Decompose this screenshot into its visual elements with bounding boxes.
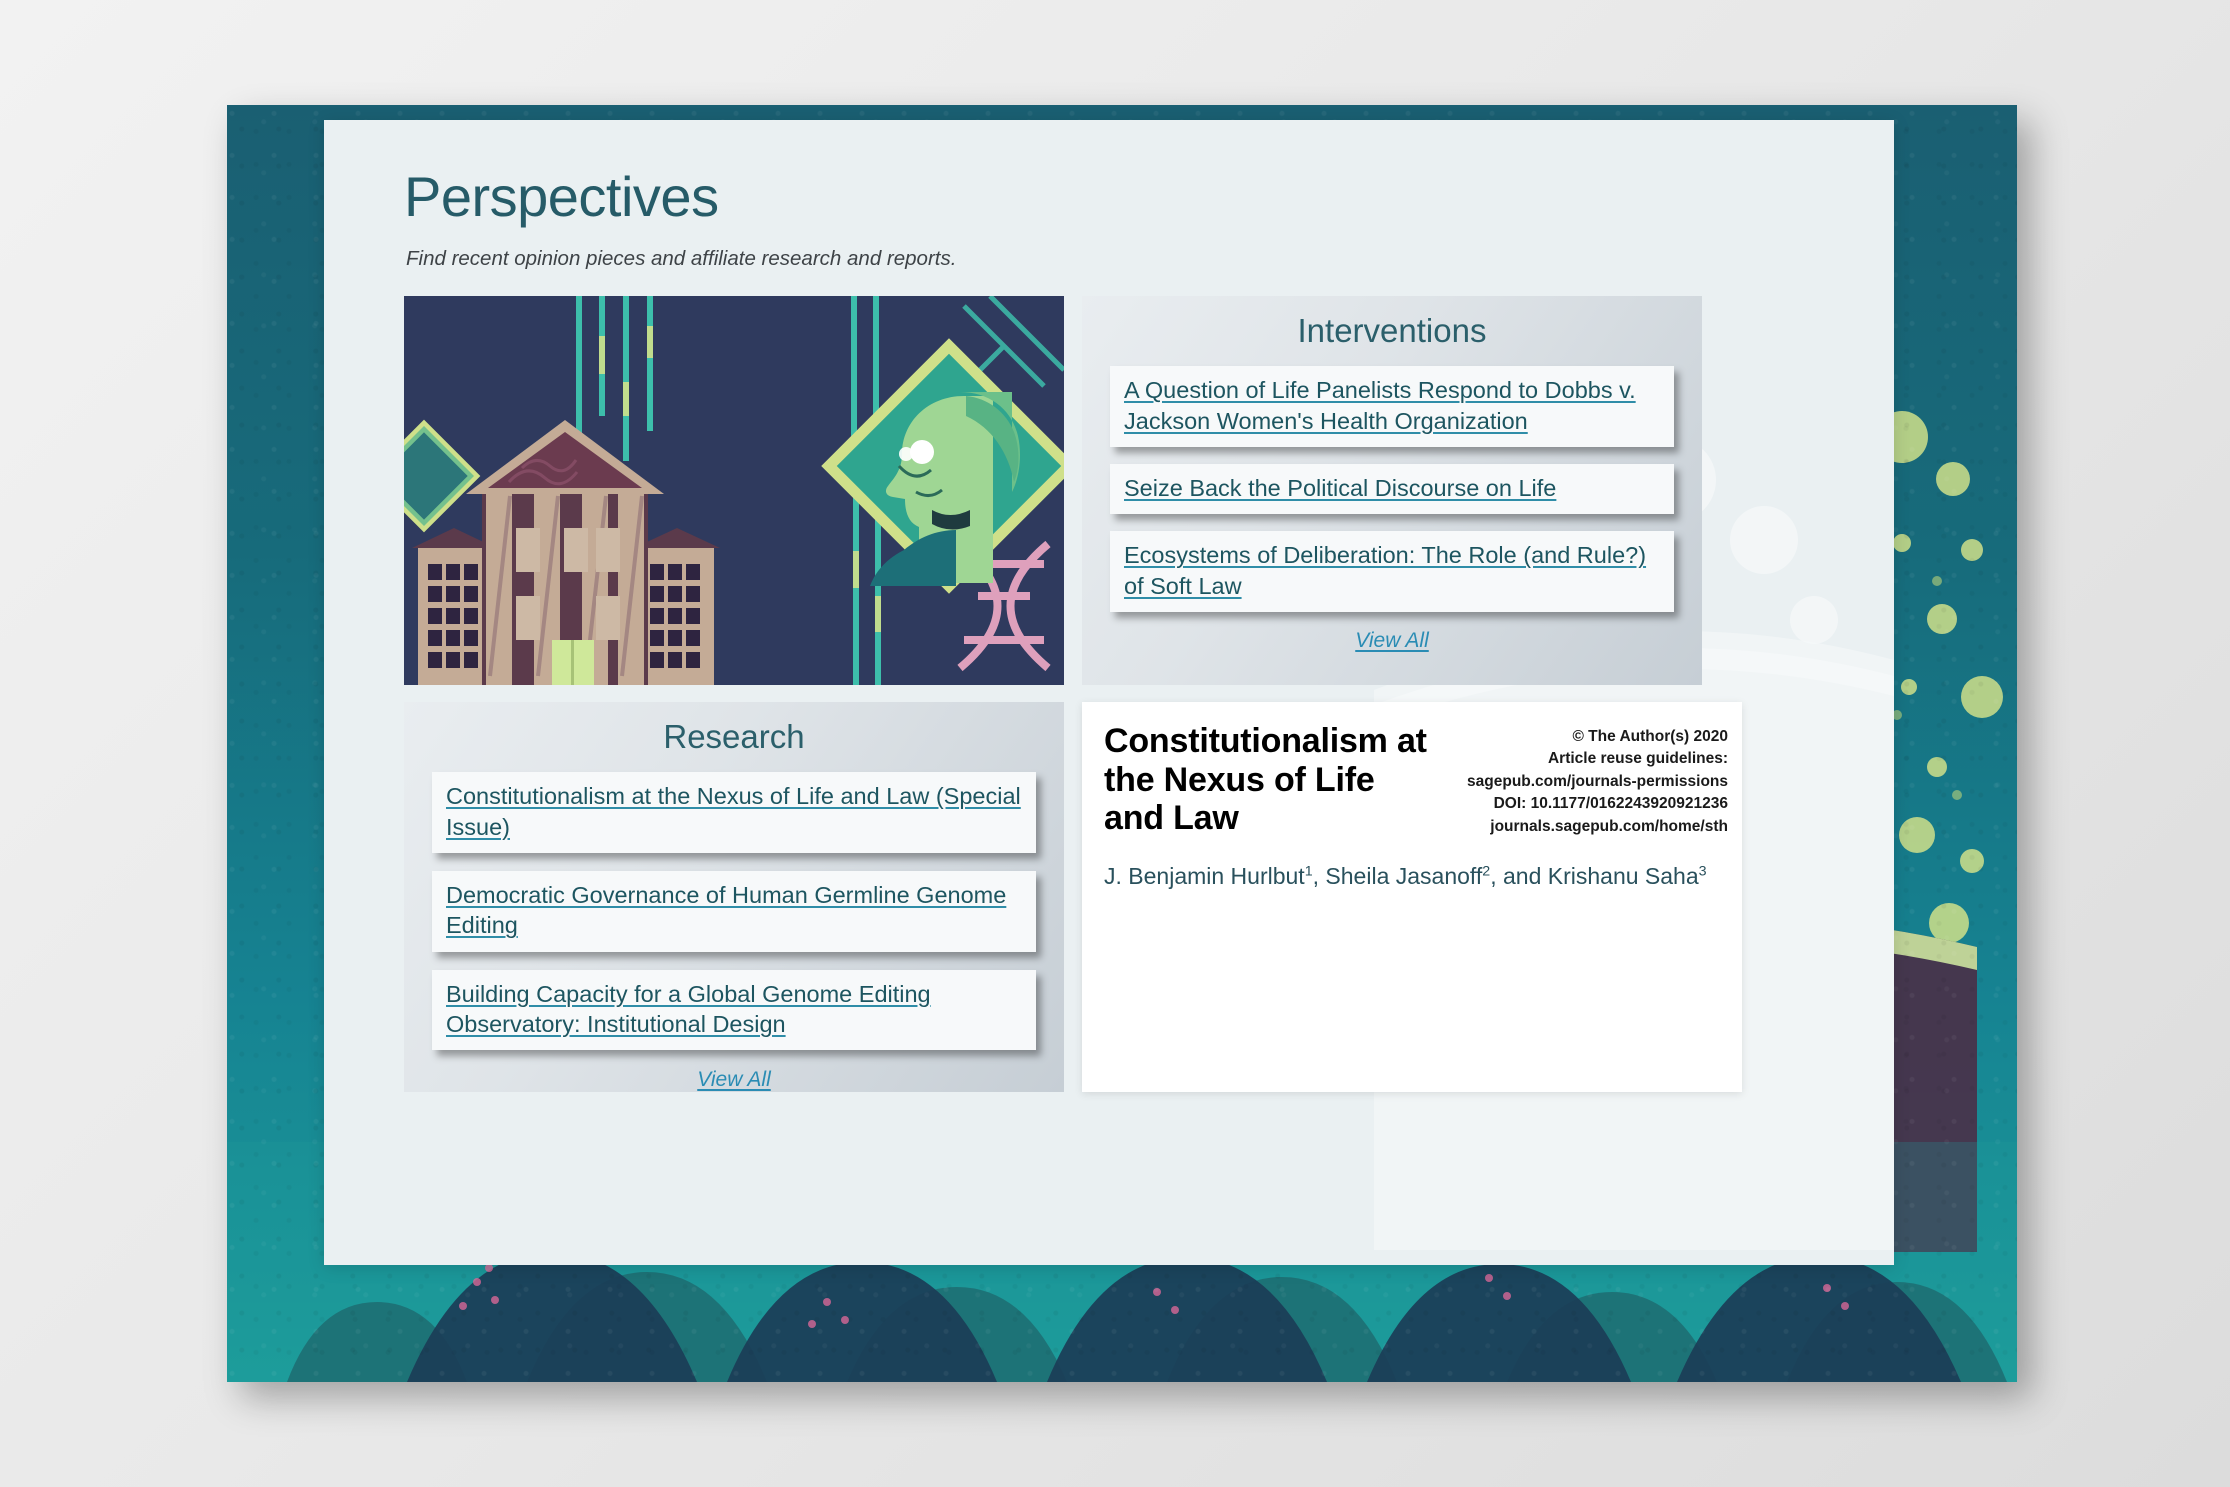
research-link-1[interactable]: Constitutionalism at the Nexus of Life a…	[446, 781, 1022, 842]
article-meta-line: sagepub.com/journals-permissions	[1467, 772, 1728, 790]
author-affiliation-3: 3	[1698, 863, 1707, 880]
author-name-3: , and Krishanu Saha	[1490, 863, 1699, 890]
list-item[interactable]: Democratic Governance of Human Germline …	[432, 871, 1036, 952]
screenshot-root: Perspectives Find recent opinion pieces …	[0, 0, 2230, 1487]
research-title: Research	[663, 717, 805, 755]
interventions-panel: Interventions A Question of Life Panelis…	[1082, 295, 1702, 685]
list-item[interactable]: Constitutionalism at the Nexus of Life a…	[432, 772, 1036, 854]
research-view-all-wrap: View All	[404, 1068, 1064, 1092]
research-view-all-link[interactable]: View All	[697, 1068, 771, 1091]
interventions-view-all-wrap: View All	[1082, 629, 1702, 653]
article-meta-line: journals.sagepub.com/home/sth	[1490, 817, 1728, 835]
page-title: Perspectives	[404, 165, 719, 228]
site-frame: Perspectives Find recent opinion pieces …	[227, 105, 2017, 1382]
perspectives-content-card: Perspectives Find recent opinion pieces …	[324, 120, 1894, 1265]
article-meta-line: © The Author(s) 2020	[1572, 727, 1728, 745]
list-item[interactable]: Seize Back the Political Discourse on Li…	[1110, 464, 1674, 515]
author-name-2: , Sheila Jasanoff	[1312, 863, 1483, 890]
interventions-view-all-link[interactable]: View All	[1355, 629, 1429, 652]
research-link-3[interactable]: Building Capacity for a Global Genome Ed…	[446, 979, 1022, 1040]
author-affiliation-1: 1	[1304, 863, 1313, 880]
article-meta-line: DOI: 10.1177/0162243920921236	[1493, 795, 1728, 813]
author-name-1: J. Benjamin Hurlbut	[1104, 863, 1305, 890]
list-item[interactable]: A Question of Life Panelists Respond to …	[1110, 366, 1674, 448]
list-item[interactable]: Building Capacity for a Global Genome Ed…	[432, 969, 1036, 1051]
grid-row-top: Interventions A Question of Life Panelis…	[404, 295, 1816, 685]
article-authors: J. Benjamin Hurlbut1, Sheila Jasanoff2, …	[1082, 838, 1742, 892]
courthouse-illustration-icon	[404, 295, 1064, 685]
interventions-title: Interventions	[1297, 311, 1487, 349]
page-subtitle: Find recent opinion pieces and affiliate…	[406, 246, 957, 270]
hero-illustration	[404, 295, 1064, 685]
grid-row-bottom: Research Constitutionalism at the Nexus …	[404, 701, 1816, 1092]
research-link-2[interactable]: Democratic Governance of Human Germline …	[446, 880, 1022, 941]
article-title: Constitutionalism at the Nexus of Life a…	[1104, 721, 1427, 838]
interventions-link-2[interactable]: Seize Back the Political Discourse on Li…	[1124, 473, 1660, 503]
article-header: Constitutionalism at the Nexus of Life a…	[1082, 702, 1742, 838]
interventions-list: A Question of Life Panelists Respond to …	[1082, 366, 1702, 612]
research-panel: Research Constitutionalism at the Nexus …	[404, 701, 1064, 1092]
research-list: Constitutionalism at the Nexus of Life a…	[404, 772, 1064, 1051]
interventions-link-1[interactable]: A Question of Life Panelists Respond to …	[1124, 375, 1660, 436]
perspectives-grid: Interventions A Question of Life Panelis…	[404, 295, 1816, 1092]
article-meta-line: Article reuse guidelines:	[1547, 750, 1728, 768]
article-preview-card[interactable]: Constitutionalism at the Nexus of Life a…	[1082, 701, 1742, 1092]
list-item[interactable]: Ecosystems of Deliberation: The Role (an…	[1110, 531, 1674, 612]
article-copyright-block: © The Author(s) 2020 Article reuse guide…	[1467, 722, 1728, 838]
interventions-link-3[interactable]: Ecosystems of Deliberation: The Role (an…	[1124, 540, 1660, 601]
